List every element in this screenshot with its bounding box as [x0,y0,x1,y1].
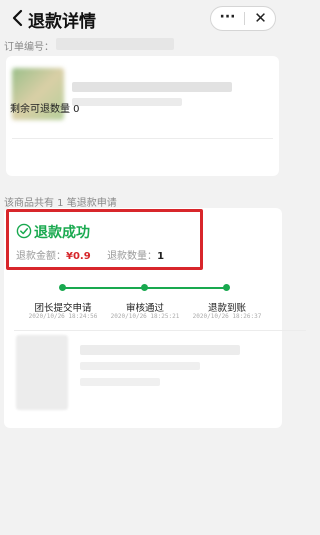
highlight-annotation-box [6,209,203,270]
progress-dot-step-3 [223,284,230,291]
progress-dot-step-1 [59,284,66,291]
refund-application-count: 该商品共有 1 笔退款申请 [4,198,117,209]
step-label-approved: 审核通过 [125,303,164,314]
step-time-submit: 2020/10/26 18:24:56 [28,313,98,320]
refund-item-thumbnail [16,335,68,410]
refund-item-spec-redacted [80,362,200,370]
remaining-refund-quantity: 剩余可退数量 0 [10,104,80,115]
step-label-refunded: 退款到账 [207,303,246,314]
order-number-label: 订单编号： [4,42,54,53]
more-button[interactable]: ··· [211,7,244,30]
step-time-refunded: 2020/10/26 18:26:37 [192,313,262,320]
order-number-redacted [56,38,174,50]
refund-item-price-redacted [80,378,160,386]
product-spec-redacted [72,98,182,106]
product-name-redacted [72,82,232,92]
progress-dot-step-2 [141,284,148,291]
page-title: 退款详情 [28,12,96,32]
close-button[interactable]: ✕ [245,7,276,30]
navigation-bar: 退款详情 ··· ✕ [0,0,290,36]
chevron-left-icon[interactable] [8,8,28,28]
mini-program-capsule: ··· ✕ [210,6,276,31]
step-label-submit: 团长提交申请 [34,303,92,314]
bottom-safe-area [0,512,290,535]
divider [12,138,273,139]
product-card[interactable] [6,56,279,176]
divider [14,330,306,331]
refund-item-name-redacted [80,345,240,355]
step-time-approved: 2020/10/26 18:25:21 [110,313,180,320]
